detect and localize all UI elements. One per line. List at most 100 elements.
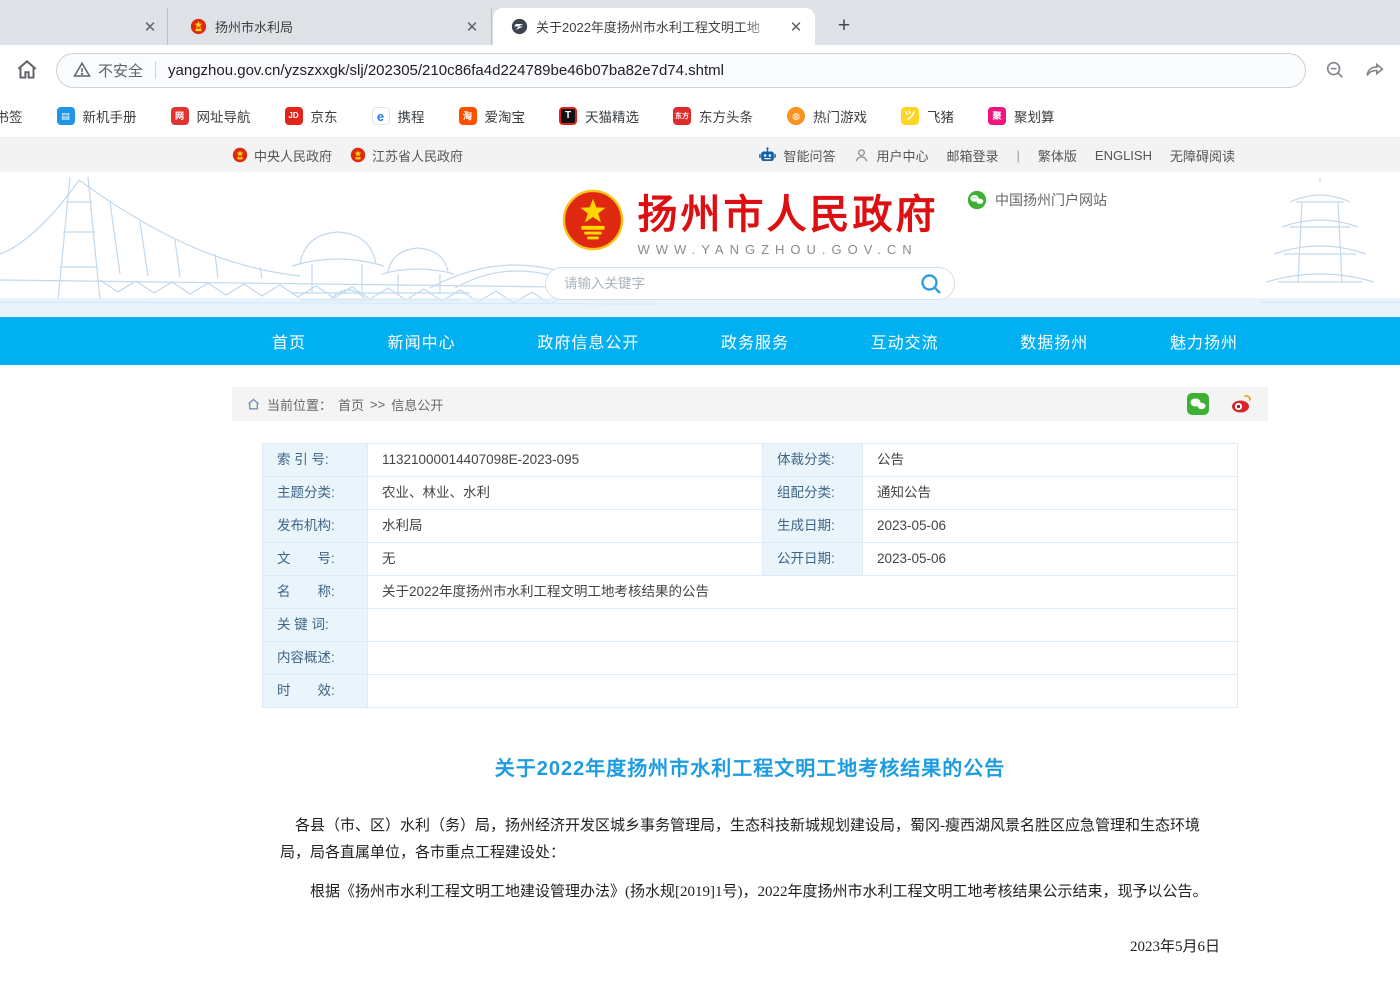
bookmarks-bar: 机书签 ▤ 新机手册 网 网址导航 JD 京东 e 携程 淘 爱淘宝 T 天猫精…: [0, 95, 1400, 137]
gov-utility-bar: 中央人民政府 江苏省人民政府 智能问答 用户中心 邮箱登录 | 繁体版 ENGL…: [0, 137, 1400, 172]
site-search-input[interactable]: [545, 267, 955, 300]
national-emblem-logo: [562, 189, 624, 251]
close-tab-icon[interactable]: ✕: [141, 18, 159, 36]
url-omnibox[interactable]: 不安全 yangzhou.gov.cn/yzszxxgk/slj/202305/…: [56, 53, 1306, 88]
home-icon: [246, 397, 261, 412]
share-icon[interactable]: [1364, 59, 1386, 81]
breadcrumb-separator: >>: [370, 397, 385, 412]
browser-tab-bar: ✕ 扬州市水利局 ✕ 关于2022年度扬州市水利工程文明工地 ✕ +: [0, 0, 1400, 45]
site-banner: 扬州市人民政府 WWW.YANGZHOU.GOV.CN 中国扬州门户网站: [0, 172, 1400, 317]
index-number: 11321000014407098E-2023-095: [368, 444, 763, 476]
bookmark-nav-site[interactable]: 网 网址导航: [171, 106, 251, 126]
document-number: 无: [368, 543, 763, 575]
search-icon: [919, 272, 943, 296]
meta-row: 主题分类: 农业、林业、水利 组配分类: 通知公告: [263, 477, 1238, 510]
document-name: 关于2022年度扬州市水利工程文明工地考核结果的公告: [368, 576, 1238, 608]
page-url: yangzhou.gov.cn/yzszxxgk/slj/202305/210c…: [168, 62, 724, 79]
publish-date: 2023-05-06: [863, 543, 1238, 575]
bookmark-manual[interactable]: ▤ 新机手册: [57, 106, 137, 126]
link-central-gov[interactable]: 中央人民政府: [232, 146, 332, 165]
close-tab-icon[interactable]: ✕: [463, 18, 481, 36]
warning-triangle-icon: [73, 61, 91, 79]
nav-data-yangzhou[interactable]: 数据扬州: [1020, 329, 1088, 353]
genre-category: 公告: [863, 444, 1238, 476]
validity: [368, 675, 1238, 707]
wechat-share-icon[interactable]: [1186, 392, 1210, 416]
group-category: 通知公告: [863, 477, 1238, 509]
bookmark-ctrip[interactable]: e 携程: [372, 106, 425, 126]
article-title: 关于2022年度扬州市水利工程文明工地考核结果的公告: [232, 752, 1268, 781]
omnibox-divider: [155, 61, 156, 79]
security-warning[interactable]: 不安全: [73, 60, 143, 81]
document-meta-table: 索 引 号: 11321000014407098E-2023-095 体裁分类:…: [262, 443, 1238, 708]
security-label: 不安全: [98, 60, 143, 81]
home-icon[interactable]: [14, 57, 40, 83]
tmall-icon: T: [559, 107, 577, 125]
meta-row: 发布机构: 水利局 生成日期: 2023-05-06: [263, 510, 1238, 543]
bookmark-aitaobao[interactable]: 淘 爱淘宝: [459, 106, 526, 126]
link-traditional-version[interactable]: 繁体版: [1038, 146, 1077, 165]
breadcrumb-home-link[interactable]: 首页: [338, 395, 364, 414]
taobao-icon: 淘: [459, 107, 477, 125]
emblem-icon: [232, 147, 248, 163]
gov-emblem-favicon: [190, 18, 207, 35]
nav-news-center[interactable]: 新闻中心: [388, 329, 456, 353]
divider: |: [1017, 148, 1020, 163]
tab-announcement-active[interactable]: 关于2022年度扬州市水利工程文明工地 ✕: [493, 8, 815, 45]
site-url-text: WWW.YANGZHOU.GOV.CN: [638, 242, 939, 257]
article: 关于2022年度扬州市水利工程文明工地考核结果的公告 各县（市、区）水利（务）局…: [232, 752, 1268, 997]
nav-home[interactable]: 首页: [272, 329, 306, 353]
browser-address-bar: 不安全 yangzhou.gov.cn/yzszxxgk/slj/202305/…: [0, 45, 1400, 95]
bookmark-games[interactable]: ◍ 热门游戏: [787, 106, 867, 126]
nav-gov-services[interactable]: 政务服务: [721, 329, 789, 353]
meta-row: 索 引 号: 11321000014407098E-2023-095 体裁分类:…: [263, 444, 1238, 477]
subject-category: 农业、林业、水利: [368, 477, 763, 509]
main-navigation: 首页 新闻中心 政府信息公开 政务服务 互动交流 数据扬州 魅力扬州: [0, 317, 1400, 365]
link-smart-qa[interactable]: 智能问答: [758, 146, 835, 165]
bookmark-jd[interactable]: JD 京东: [285, 106, 338, 126]
breadcrumb-label: 当前位置：: [267, 395, 332, 414]
article-paragraph: 根据《扬州市水利工程文明工地建设管理办法》(扬水规[2019]1号)，2022年…: [280, 879, 1220, 906]
wechat-portal-link[interactable]: 中国扬州门户网站: [967, 190, 1107, 210]
bookmark-dongfang[interactable]: 东方 东方头条: [673, 106, 753, 126]
tab-water-bureau[interactable]: 扬州市水利局 ✕: [170, 8, 492, 45]
tab-title: 关于2022年度扬州市水利工程文明工地: [536, 17, 779, 36]
link-user-center[interactable]: 用户中心: [853, 146, 928, 165]
meta-row: 时 效:: [263, 675, 1238, 708]
generation-date: 2023-05-06: [863, 510, 1238, 542]
emblem-icon: [350, 147, 366, 163]
close-tab-icon[interactable]: ✕: [787, 18, 805, 36]
jd-icon: JD: [285, 107, 303, 125]
tab-partial[interactable]: ✕: [0, 8, 168, 45]
user-icon: [853, 147, 870, 164]
new-tab-button[interactable]: +: [830, 12, 858, 40]
bookmark-juhuasuan[interactable]: 聚 聚划算: [988, 106, 1055, 126]
article-paragraph: 各县（市、区）水利（务）局，扬州经济开发区城乡事务管理局，生态科技新城规划建设局…: [280, 813, 1220, 867]
link-mail-login[interactable]: 邮箱登录: [946, 146, 998, 165]
nav-charm-yangzhou[interactable]: 魅力扬州: [1170, 329, 1238, 353]
nav-site-icon: 网: [171, 107, 189, 125]
nav-interaction[interactable]: 互动交流: [871, 329, 939, 353]
breadcrumb-section-link[interactable]: 信息公开: [391, 395, 443, 414]
meta-row: 文 号: 无 公开日期: 2023-05-06: [263, 543, 1238, 576]
link-accessible-reading[interactable]: 无障碍阅读: [1170, 146, 1235, 165]
ctrip-dolphin-icon: e: [372, 107, 390, 125]
manual-icon: ▤: [57, 107, 75, 125]
site-favicon: [511, 18, 528, 35]
zoom-out-icon[interactable]: [1324, 59, 1346, 81]
bookmark-phone-marks[interactable]: 机书签: [0, 106, 23, 126]
search-button[interactable]: [919, 272, 943, 296]
dongfang-icon: 东方: [673, 107, 691, 125]
link-jiangsu-gov[interactable]: 江苏省人民政府: [350, 146, 463, 165]
site-title: 扬州市人民政府: [638, 182, 939, 240]
weibo-share-icon[interactable]: [1230, 392, 1254, 416]
robot-icon: [758, 146, 777, 165]
bookmark-tmall[interactable]: T 天猫精选: [559, 106, 639, 126]
tab-title: 扬州市水利局: [215, 17, 455, 36]
content-summary: [368, 642, 1238, 674]
link-english-version[interactable]: ENGLISH: [1095, 148, 1152, 163]
bookmark-fliggy[interactable]: ツ 飞猪: [901, 106, 954, 126]
meta-row: 关 键 词:: [263, 609, 1238, 642]
nav-gov-info-disclosure[interactable]: 政府信息公开: [537, 329, 639, 353]
wechat-icon: [967, 190, 987, 210]
